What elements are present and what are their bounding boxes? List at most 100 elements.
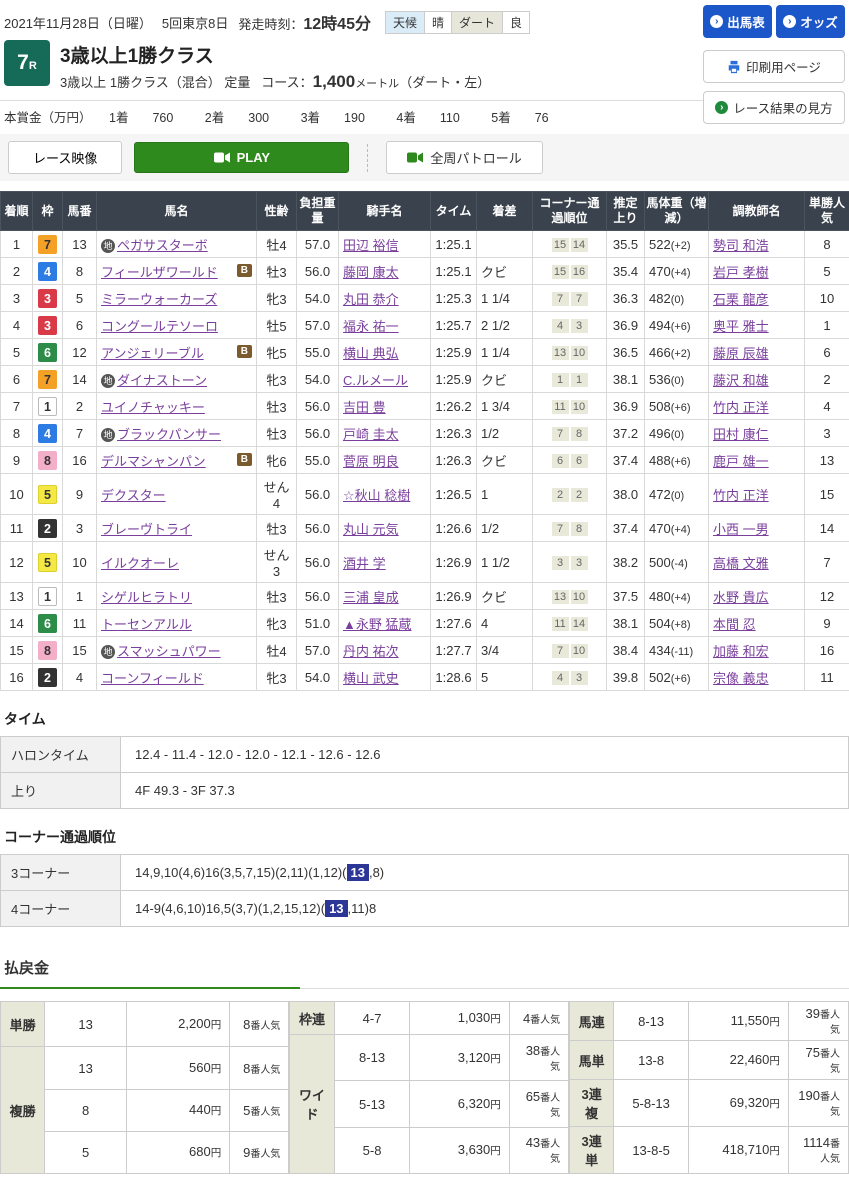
horse-name-link[interactable]: シゲルヒラトリ (101, 590, 192, 605)
popularity-suffix: 番人気 (820, 1049, 840, 1075)
win-popularity: 9 (805, 610, 849, 637)
horse-name-cell: 地スマッシュパワー (97, 637, 257, 664)
horse-name-link[interactable]: コーンフィールド (101, 671, 204, 686)
jockey-name-link[interactable]: ☆秋山 稔樹 (343, 488, 410, 503)
finish-time: 1:25.3 (431, 285, 477, 312)
corner4-order: 14-9(4,6,10)16,5(3,7)(1,2,15,12)(13,11)8 (121, 891, 849, 927)
horse-name-link[interactable]: ダイナストーン (117, 373, 207, 388)
trainer-name-link[interactable]: 小西 一男 (713, 522, 769, 537)
col-jockey: 騎手名 (339, 192, 431, 231)
trainer-name-link[interactable]: 奥平 雅士 (713, 319, 769, 334)
frame-badge: 5 (38, 485, 57, 504)
frame-badge: 1 (38, 587, 57, 606)
horse-name-link[interactable]: イルクオーレ (101, 556, 179, 571)
payout-amount: 418,710 (722, 1142, 769, 1157)
margin: クビ (477, 583, 533, 610)
jockey-name-link[interactable]: 吉田 豊 (343, 400, 386, 415)
jockey-name-link[interactable]: 丹内 祐次 (343, 644, 399, 659)
trainer-name-link[interactable]: 藤沢 和雄 (713, 373, 769, 388)
finish-time: 1:25.1 (431, 258, 477, 285)
trainer-name-link[interactable]: 加藤 和宏 (713, 644, 769, 659)
horse-name-link[interactable]: デルマシャンパン (101, 454, 206, 469)
trainer-name-link[interactable]: 勢司 和浩 (713, 238, 769, 253)
horse-weight-diff: (+6) (671, 673, 691, 685)
payout-amount: 3,630 (458, 1142, 491, 1157)
corner-positions: 1514 (533, 231, 607, 258)
finish-time: 1:26.3 (431, 447, 477, 474)
prize-label: 本賞金（万円） (4, 111, 92, 125)
entries-button[interactable]: › 出馬表 (703, 5, 772, 38)
bet-type-label: 3連単 (570, 1127, 614, 1174)
horse-name-link[interactable]: ペガサスターボ (117, 238, 208, 253)
trainer-name-link[interactable]: 本間 忍 (713, 617, 756, 632)
horse-weight-diff: (+2) (671, 348, 691, 360)
trainer-name-link[interactable]: 宗像 義忠 (713, 671, 769, 686)
trainer-name-link[interactable]: 高橋 文雅 (713, 556, 769, 571)
finish-time: 1:25.9 (431, 339, 477, 366)
jockey-name-link[interactable]: 戸崎 圭太 (343, 427, 399, 442)
horse-name-link[interactable]: フィールザワールド (101, 265, 218, 280)
jockey-name-link[interactable]: C.ルメール (343, 373, 408, 388)
jockey-name-link[interactable]: 横山 武史 (343, 671, 399, 686)
frame-number-cell: 8 (33, 447, 63, 474)
payout-row: 単勝132,200円8番人気 (1, 1002, 289, 1047)
corner-positions: 78 (533, 420, 607, 447)
payout-popularity: 39 (806, 1006, 820, 1021)
horse-name-link[interactable]: トーセンアルル (101, 617, 192, 632)
popularity-suffix: 番人気 (540, 1093, 560, 1119)
jockey-name-link[interactable]: 酒井 学 (343, 556, 386, 571)
table-row: 1311シゲルヒラトリ牡356.0三浦 皇成1:26.9クビ131037.548… (1, 583, 849, 610)
print-page-button[interactable]: 印刷用ページ (703, 50, 845, 83)
horse-name-link[interactable]: ブラックパンサー (117, 427, 221, 442)
finish-time: 1:26.6 (431, 515, 477, 542)
trainer-name-link[interactable]: 水野 貴広 (713, 590, 769, 605)
jockey-name-link[interactable]: 藤岡 康太 (343, 265, 399, 280)
prize-place: 3着 (301, 111, 320, 125)
trainer-name-link[interactable]: 竹内 正洋 (713, 488, 769, 503)
trainer-name-link[interactable]: 岩戸 孝樹 (713, 265, 769, 280)
payout-amount: 6,320 (458, 1096, 491, 1111)
horse-name-link[interactable]: アンジェリーブル (101, 346, 204, 361)
trainer-name-link[interactable]: 藤原 辰雄 (713, 346, 769, 361)
odds-button[interactable]: › オッズ (776, 5, 845, 38)
meeting-info: 5回東京8日 (162, 13, 228, 32)
payout-tables: 単勝132,200円8番人気複勝13560円8番人気8440円5番人気5680円… (0, 1001, 849, 1174)
course-label: コース： (261, 75, 312, 90)
horse-weight-cell: 472(0) (645, 474, 709, 515)
last-3f: 36.9 (607, 393, 645, 420)
horse-name-link[interactable]: コングールテソーロ (101, 319, 218, 334)
race-video-button[interactable]: レース映像 (8, 141, 122, 174)
horse-name-link[interactable]: デクスター (101, 488, 166, 503)
jockey-name-link[interactable]: 横山 典弘 (343, 346, 399, 361)
horse-weight: 496 (649, 426, 671, 441)
regional-horse-icon: 地 (101, 428, 115, 442)
finish-time: 1:26.2 (431, 393, 477, 420)
prize-place: 2着 (205, 111, 224, 125)
carried-weight: 54.0 (297, 366, 339, 393)
jockey-name-link[interactable]: 田辺 裕信 (343, 238, 399, 253)
jockey-name-link[interactable]: 丸田 恭介 (343, 292, 399, 307)
last-3f: 38.1 (607, 610, 645, 637)
trainer-name-link[interactable]: 田村 康仁 (713, 427, 769, 442)
horse-name-link[interactable]: スマッシュパワー (117, 644, 221, 659)
frame-badge: 2 (38, 519, 57, 538)
jockey-name-link[interactable]: 三浦 皇成 (343, 590, 399, 605)
jockey-name-link[interactable]: 福永 祐一 (343, 319, 399, 334)
trainer-name-link[interactable]: 鹿戸 雄一 (713, 454, 769, 469)
trainer-name-link[interactable]: 石栗 龍彦 (713, 292, 769, 307)
frame-badge: 1 (38, 397, 57, 416)
horse-name-link[interactable]: ブレーヴトライ (101, 522, 192, 537)
result-guide-button[interactable]: › レース結果の見方 (703, 91, 845, 124)
horse-name-link[interactable]: ユイノチャッキー (101, 400, 205, 415)
horse-name-link[interactable]: ミラーウォーカーズ (101, 292, 217, 307)
trainer-name-link[interactable]: 竹内 正洋 (713, 400, 769, 415)
corner-order-text: 14-9(4,6,10)16,5(3,7)(1,2,15,12)( (135, 901, 325, 916)
patrol-video-button[interactable]: 全周パトロール (386, 141, 542, 174)
jockey-name-link[interactable]: 丸山 元気 (343, 522, 399, 537)
win-popularity: 8 (805, 231, 849, 258)
margin (477, 231, 533, 258)
trainer-cell: 小西 一男 (709, 515, 805, 542)
play-button[interactable]: PLAY (134, 142, 349, 173)
jockey-name-link[interactable]: ▲永野 猛蔵 (343, 617, 411, 632)
jockey-name-link[interactable]: 菅原 明良 (343, 454, 399, 469)
